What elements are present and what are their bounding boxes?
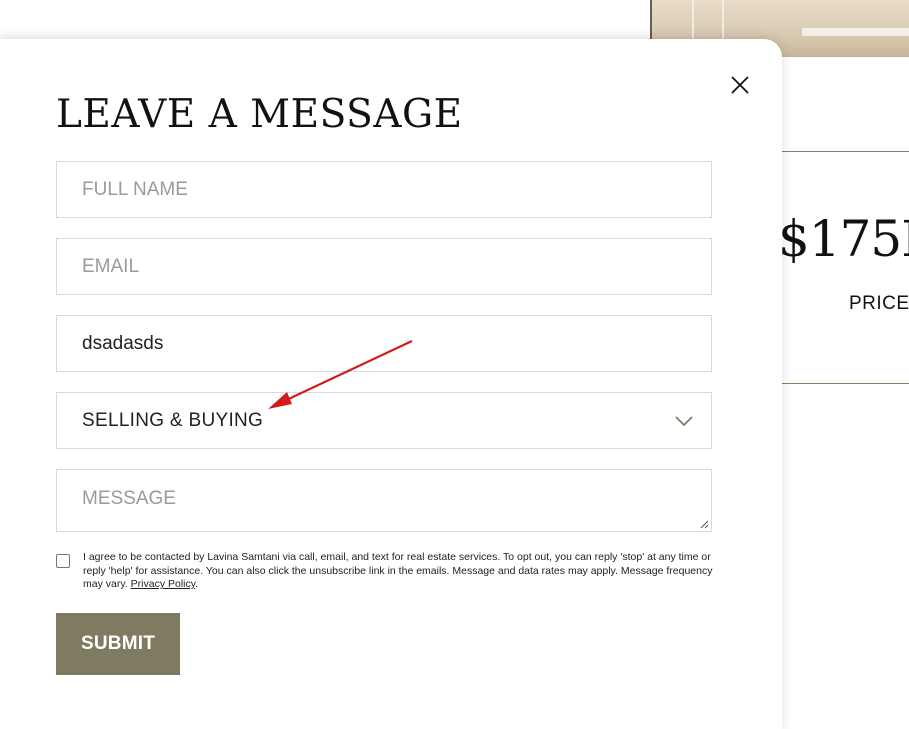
phone-field[interactable]	[56, 315, 712, 372]
submit-button[interactable]: SUBMIT	[56, 613, 180, 675]
interest-selected-value: SELLING & BUYING	[82, 409, 264, 431]
listing-price: $175K-	[778, 210, 909, 268]
photo-window-frame	[692, 0, 724, 42]
consent-checkbox[interactable]	[56, 554, 70, 568]
phone-input[interactable]	[82, 316, 686, 371]
close-icon	[731, 76, 749, 94]
consent-end: .	[195, 578, 199, 590]
message-textarea[interactable]	[57, 470, 711, 531]
full-name-field[interactable]	[56, 161, 712, 218]
consent-text: I agree to be contacted by Lavina Samtan…	[83, 551, 715, 592]
message-field[interactable]	[56, 469, 712, 532]
price-label: PRICE	[849, 293, 909, 314]
price-divider-bottom	[782, 383, 909, 384]
email-field[interactable]	[56, 238, 712, 295]
interest-select[interactable]: SELLING & BUYING	[56, 392, 712, 449]
price-divider-top	[782, 151, 909, 152]
photo-baseboard	[802, 28, 909, 36]
privacy-policy-link[interactable]: Privacy Policy	[131, 578, 196, 590]
resize-handle-icon[interactable]	[700, 520, 709, 529]
full-name-input[interactable]	[82, 162, 686, 217]
close-button[interactable]	[729, 74, 751, 96]
modal-title: LEAVE A MESSAGE	[56, 92, 463, 137]
email-input[interactable]	[82, 239, 686, 294]
chevron-down-icon	[675, 416, 693, 427]
